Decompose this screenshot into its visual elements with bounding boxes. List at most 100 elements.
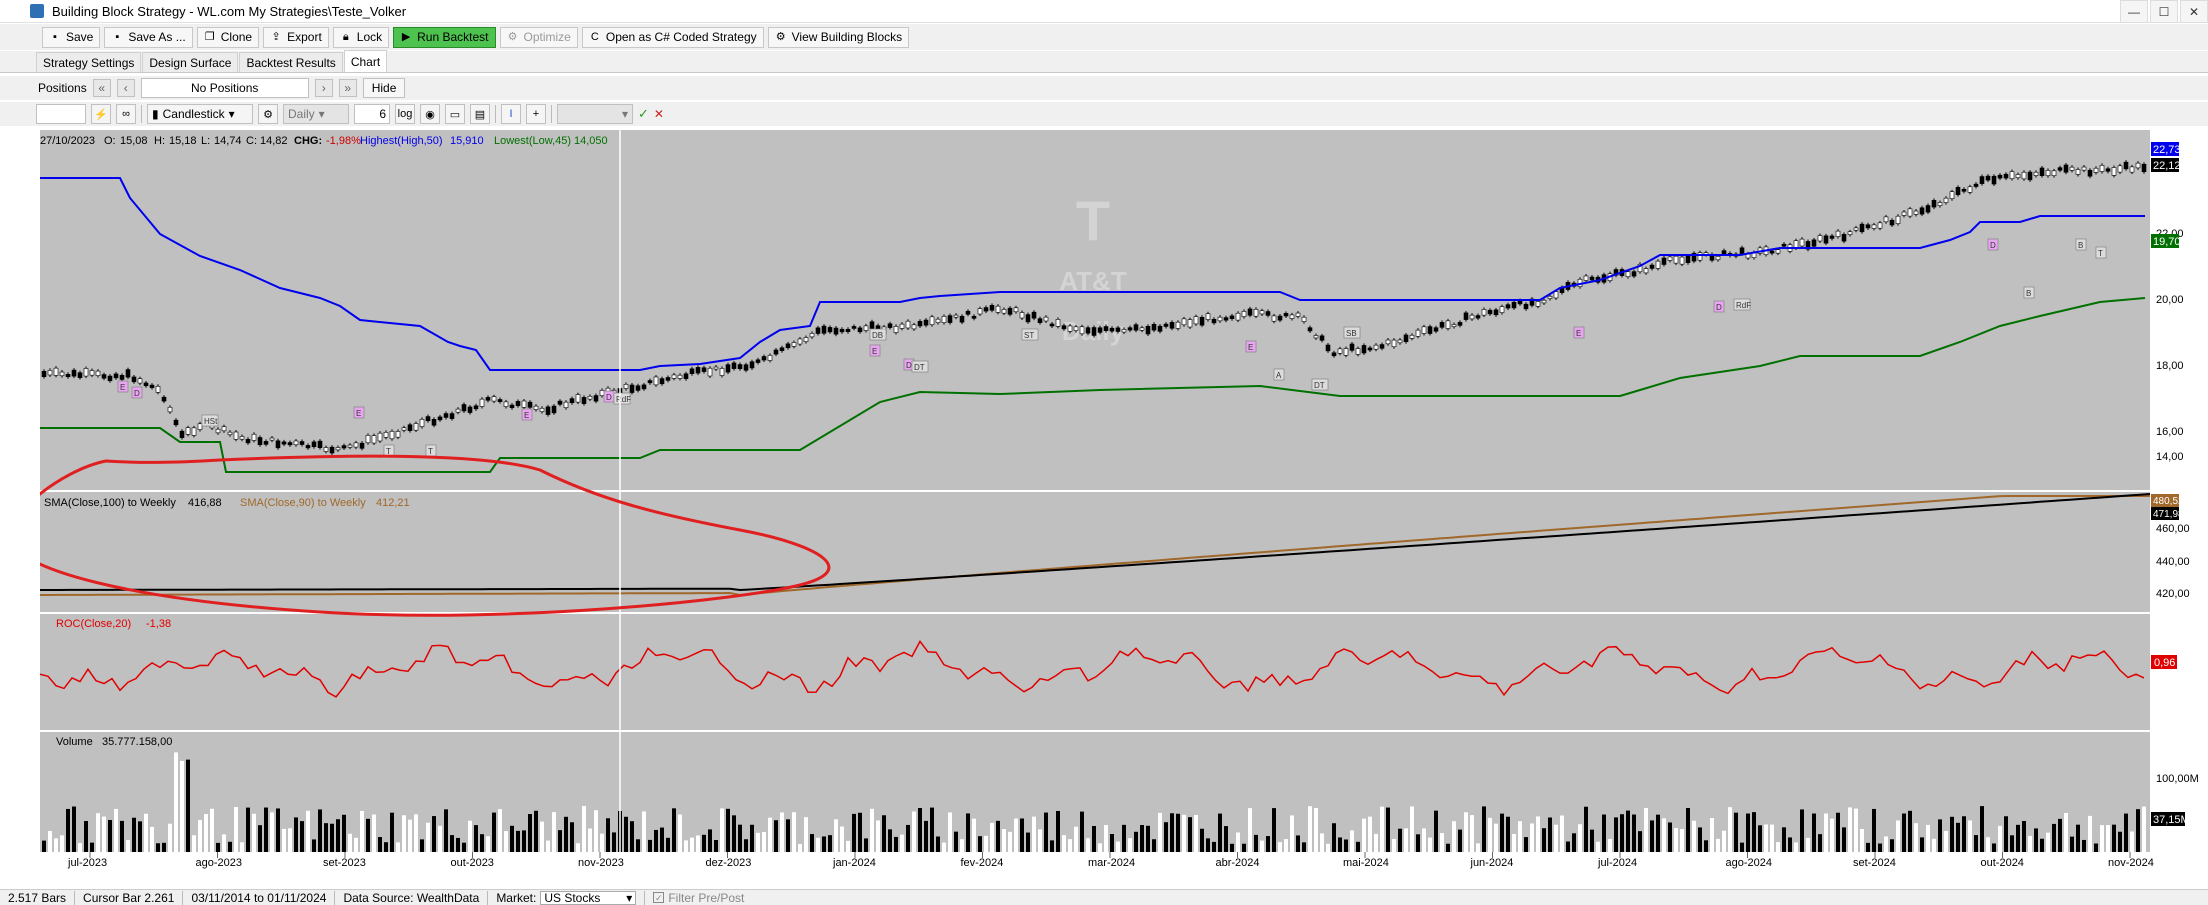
candle: [797, 338, 803, 345]
filter-prepost[interactable]: ✓ Filter Pre/Post: [645, 891, 752, 905]
volume-bar: [102, 816, 106, 852]
prev-position-button[interactable]: ‹: [116, 79, 135, 97]
chart-style-select[interactable]: ▮ Candlestick ▾: [147, 104, 253, 124]
tab-chart[interactable]: Chart: [343, 50, 388, 72]
chart-area[interactable]: T AT&T Daily EDEEDEDEEDDBBTTTDBSBRdFRdFH…: [40, 130, 2208, 886]
volume-bar: [1278, 842, 1282, 852]
hide-positions-button[interactable]: Hide: [362, 78, 406, 98]
candle: [1643, 268, 1649, 274]
candle: [1055, 319, 1061, 327]
candle: [599, 390, 605, 396]
clone-button[interactable]: ❐ Clone: [196, 26, 260, 48]
ytick: 440,00: [2156, 556, 2190, 568]
chevron-down-icon: ▾: [626, 890, 633, 905]
candle: [923, 319, 929, 326]
tab-design-surface[interactable]: Design Surface: [142, 52, 239, 72]
log-scale-toggle[interactable]: log: [395, 104, 415, 124]
candle: [1073, 326, 1079, 331]
export-button[interactable]: ⇪ Export: [263, 26, 329, 48]
open-csharp-button[interactable]: C Open as C# Coded Strategy: [581, 26, 764, 48]
candle: [1871, 224, 1877, 229]
volume-bar: [1776, 842, 1780, 852]
bar-spacing-input[interactable]: 6: [354, 104, 390, 124]
candle: [233, 431, 239, 440]
cursor-bar: Cursor Bar 2.261: [75, 890, 184, 905]
ok-button[interactable]: ✓: [638, 106, 649, 122]
volume-bar: [588, 828, 592, 852]
signal-marker-label: E: [1248, 343, 1253, 352]
candle: [251, 433, 257, 441]
first-position-button[interactable]: «: [92, 79, 111, 97]
volume-bar: [528, 813, 532, 852]
candle: [1169, 322, 1175, 329]
candle: [1811, 239, 1817, 247]
tab-strategy-settings[interactable]: Strategy Settings: [36, 52, 142, 72]
volume-bar: [114, 808, 118, 852]
symbol-input[interactable]: [36, 104, 86, 124]
cursor-tool-button[interactable]: I: [501, 104, 521, 124]
chart-style-settings-icon[interactable]: ⚙: [258, 104, 278, 124]
run-backtest-button[interactable]: ▶ Run Backtest: [393, 26, 496, 48]
signal-marker-label: DB: [872, 331, 883, 340]
market-select[interactable]: US Stocks ▾: [540, 890, 637, 905]
close-button[interactable]: ✕: [2180, 0, 2208, 23]
volume-bar: [1860, 828, 1864, 852]
lowest-label: Lowest(Low,45): [494, 135, 571, 147]
maximize-button[interactable]: ☐: [2150, 0, 2178, 23]
filter-checkbox[interactable]: ✓: [653, 892, 665, 903]
cancel-button[interactable]: ✕: [654, 107, 664, 121]
candle: [107, 375, 113, 382]
volume-bar: [1500, 813, 1504, 852]
volume-bar: [1392, 839, 1396, 852]
candle: [2093, 167, 2099, 173]
candle: [683, 373, 689, 380]
volume-bar: [2088, 815, 2092, 852]
volume-bar: [660, 827, 664, 852]
last-position-button[interactable]: »: [338, 79, 357, 97]
save-as-button[interactable]: ▪ Save As ...: [104, 26, 193, 48]
panes-icon[interactable]: ▤: [470, 104, 490, 124]
candle: [125, 369, 131, 378]
candle: [1673, 255, 1679, 264]
candle: [77, 372, 83, 378]
drawing-tool-select[interactable]: ▾: [557, 104, 633, 124]
volume-bar: [1842, 827, 1846, 852]
close-value: 14,82: [260, 135, 288, 147]
candle: [1865, 224, 1871, 229]
volume-bar: [2136, 809, 2140, 852]
volume-bar: [702, 834, 706, 852]
candle: [1271, 315, 1277, 322]
layout-icon[interactable]: ▭: [445, 104, 465, 124]
volume-bar: [1914, 823, 1918, 852]
lightning-icon[interactable]: ⚡: [91, 104, 111, 124]
volume-bar: [714, 840, 718, 852]
candle: [1127, 327, 1133, 331]
minimize-button[interactable]: —: [2120, 0, 2148, 23]
lock-button[interactable]: 🔒︎ Lock: [332, 26, 390, 48]
scale-select[interactable]: Daily ▾: [283, 104, 349, 124]
optimize-button[interactable]: ⚙ Optimize: [499, 26, 578, 48]
price-pane[interactable]: [40, 130, 2150, 490]
link-icon[interactable]: ∞: [116, 104, 136, 124]
volume-bar: [180, 760, 184, 852]
volume-bar: [1548, 817, 1552, 852]
save-button[interactable]: ▪ Save: [42, 26, 101, 48]
screenshot-icon[interactable]: ◉: [420, 104, 440, 124]
candle: [1193, 316, 1199, 325]
volume-bar: [1956, 822, 1960, 852]
view-building-blocks-button[interactable]: ⚙ View Building Blocks: [767, 26, 910, 48]
volume-bar: [246, 807, 250, 852]
volume-bar: [1836, 812, 1840, 852]
candle: [1175, 321, 1181, 329]
tab-backtest-results[interactable]: Backtest Results: [239, 52, 343, 72]
volume-bar: [1728, 807, 1732, 852]
candle: [1823, 235, 1829, 244]
volume-bar: [294, 817, 298, 852]
candle: [305, 445, 311, 449]
roc-pane[interactable]: [40, 614, 2150, 730]
volume-bar: [1980, 806, 1984, 852]
crosshair-tool-button[interactable]: +: [526, 104, 546, 124]
volume-bar: [1050, 840, 1054, 852]
next-position-button[interactable]: ›: [314, 79, 333, 97]
candle: [389, 431, 395, 440]
